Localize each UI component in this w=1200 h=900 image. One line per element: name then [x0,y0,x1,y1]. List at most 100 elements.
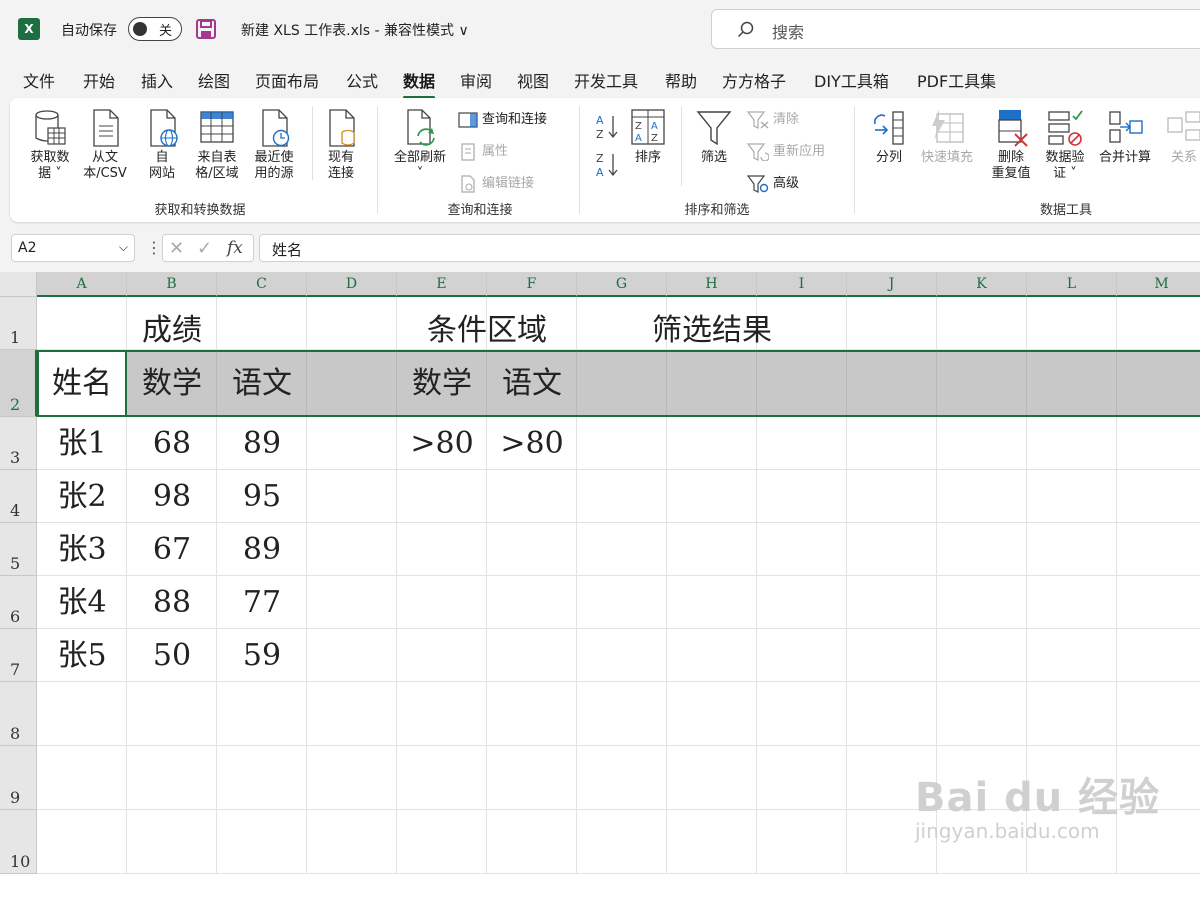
cell[interactable] [667,523,757,576]
column-header-l[interactable]: L [1027,272,1117,297]
cell[interactable] [667,629,757,682]
column-header-j[interactable]: J [847,272,937,297]
tab-pdf-tools[interactable]: PDF工具集 [917,68,996,92]
column-header-c[interactable]: C [217,272,307,297]
tab-review[interactable]: 审阅 [460,68,492,92]
cell[interactable] [847,576,937,629]
cell[interactable] [37,682,127,746]
cell[interactable] [757,810,847,874]
cell[interactable] [847,297,937,350]
student-name[interactable]: 张2 [37,470,127,523]
save-icon[interactable] [196,19,216,39]
tab-page-layout[interactable]: 页面布局 [255,68,319,92]
math-score[interactable]: 67 [127,523,217,576]
student-name[interactable]: 张1 [37,417,127,470]
cell[interactable] [667,810,757,874]
cell[interactable] [307,297,397,350]
cell[interactable] [127,746,217,810]
tab-data[interactable]: 数据 [403,68,436,99]
column-header-e[interactable]: E [397,272,487,297]
remove-duplicates-button[interactable]: 删除 重复值 [986,108,1036,182]
cell[interactable] [307,682,397,746]
cell[interactable] [577,417,667,470]
tab-view[interactable]: 视图 [517,68,549,92]
name-box[interactable]: A2 ⌵ [11,234,135,262]
cell[interactable] [757,523,847,576]
cell[interactable] [577,682,667,746]
cell[interactable] [127,682,217,746]
column-header-m[interactable]: M [1117,272,1200,297]
cell[interactable] [667,576,757,629]
sort-descending-button[interactable]: Z A [594,150,624,180]
cell[interactable] [937,682,1027,746]
cell[interactable] [847,682,937,746]
cell[interactable] [937,297,1027,350]
cell[interactable] [397,470,487,523]
cell[interactable] [307,523,397,576]
get-data-button[interactable]: 获取数 据 ˅ [24,108,76,182]
flash-fill-button[interactable]: 快速填充 [915,108,979,166]
cell[interactable] [397,629,487,682]
chinese-score[interactable]: 95 [217,470,307,523]
select-all-corner[interactable] [0,272,37,297]
cell[interactable] [757,576,847,629]
cell[interactable] [217,682,307,746]
chinese-score[interactable]: 89 [217,417,307,470]
refresh-all-button[interactable]: 全部刷新 ˅ [387,108,453,182]
chevron-down-icon[interactable]: ⌵ [119,240,128,255]
cell[interactable] [577,810,667,874]
row-header-3[interactable]: 3 [0,417,37,470]
cell[interactable] [937,629,1027,682]
reapply-button[interactable]: 重新应用 [746,140,825,162]
cell[interactable] [667,682,757,746]
sort-button[interactable]: ZA AZ 排序 [626,108,670,166]
existing-connections-button[interactable]: 现有 连接 [319,108,363,182]
math-score[interactable]: 98 [127,470,217,523]
cell[interactable] [1027,470,1117,523]
active-cell-a2[interactable]: 姓名 [37,350,127,417]
cell[interactable] [1027,523,1117,576]
column-header-k[interactable]: K [937,272,1027,297]
column-header-i[interactable]: I [757,272,847,297]
clear-filter-button[interactable]: 清除 [746,108,799,129]
cell[interactable] [1117,350,1200,417]
student-name[interactable]: 张4 [37,576,127,629]
cell[interactable] [667,417,757,470]
cell[interactable] [397,810,487,874]
cell[interactable] [1027,629,1117,682]
row-header-7[interactable]: 7 [0,629,37,682]
cell[interactable] [937,417,1027,470]
cell[interactable] [487,629,577,682]
text-to-columns-button[interactable]: 分列 [867,108,911,166]
cell[interactable] [667,350,757,417]
row-header-4[interactable]: 4 [0,470,37,523]
cell[interactable] [1117,470,1200,523]
cell[interactable] [1027,576,1117,629]
chinese-score[interactable]: 59 [217,629,307,682]
column-header-h[interactable]: H [667,272,757,297]
cancel-icon[interactable]: ✕ [169,238,184,259]
cell[interactable] [667,746,757,810]
cell[interactable] [757,682,847,746]
cell[interactable] [37,810,127,874]
cell[interactable] [397,746,487,810]
relationships-button[interactable]: 关系 [1162,108,1200,166]
criteria-chinese-value[interactable]: >80 [487,417,577,470]
header-chinese[interactable]: 语文 [217,350,307,417]
cell[interactable] [757,629,847,682]
column-header-f[interactable]: F [487,272,577,297]
math-score[interactable]: 88 [127,576,217,629]
cell[interactable] [577,576,667,629]
cell[interactable] [487,470,577,523]
row-header-5[interactable]: 5 [0,523,37,576]
tab-fangfang[interactable]: 方方格子 [722,68,786,92]
cell[interactable] [487,746,577,810]
cell[interactable] [127,810,217,874]
cell[interactable] [1117,523,1200,576]
cell[interactable] [577,746,667,810]
sort-ascending-button[interactable]: A Z [594,112,624,142]
row-header-2[interactable]: 2 [0,350,37,417]
recent-sources-button[interactable]: 最近使 用的源 [247,108,301,182]
row-header-10[interactable]: 10 [0,810,37,874]
insert-function-icon[interactable]: fx [227,238,243,258]
